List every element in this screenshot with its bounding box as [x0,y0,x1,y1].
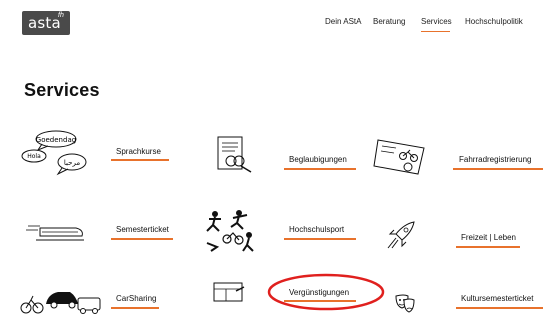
service-underline [284,168,356,170]
service-underline [111,238,173,240]
asta-logo[interactable]: asta fh [22,11,70,35]
service-underline [456,246,520,248]
sports-figures-icon [206,210,254,252]
train-icon [26,225,84,241]
speech-bubbles-icon: Goedendag Hola مرحبا [21,130,87,176]
nav-dein-asta[interactable]: Dein AStA [325,17,361,26]
nav-services[interactable]: Services [421,17,452,26]
service-underline [453,168,543,170]
service-underline [111,307,159,309]
shop-icon [213,282,245,302]
rocket-icon [387,221,415,249]
highlight-circle [267,273,385,311]
logo-text: asta [28,14,61,32]
service-beglaubigungen[interactable]: Beglaubigungen [289,155,347,164]
bubble-text-3: مرحبا [64,159,80,167]
stamped-document-icon [217,136,252,173]
carsharing-vehicles-icon [20,292,101,314]
service-freizeit-leben[interactable]: Freizeit | Leben [461,233,516,242]
nav-active-indicator [421,31,450,32]
service-sprachkurse[interactable]: Sprachkurse [116,147,161,156]
bubble-text-2: Hola [27,153,41,160]
bubble-text-1: Goedendag [36,136,76,144]
service-carsharing[interactable]: CarSharing [116,294,156,303]
service-kultursemesterticket[interactable]: Kultursemesterticket [461,294,533,303]
service-underline [284,238,356,240]
service-underline [111,159,169,161]
bike-registration-card-icon [373,139,425,175]
page-title: Services [24,80,100,100]
service-underline [456,307,543,309]
theatre-masks-icon [395,294,415,313]
logo-superscript: fh [58,12,64,19]
service-semesterticket[interactable]: Semesterticket [116,225,169,234]
nav-beratung[interactable]: Beratung [373,17,405,26]
nav-hochschulpolitik[interactable]: Hochschulpolitik [465,17,523,26]
service-fahrradregistrierung[interactable]: Fahrradregistrierung [459,155,531,164]
service-hochschulsport[interactable]: Hochschulsport [289,225,344,234]
